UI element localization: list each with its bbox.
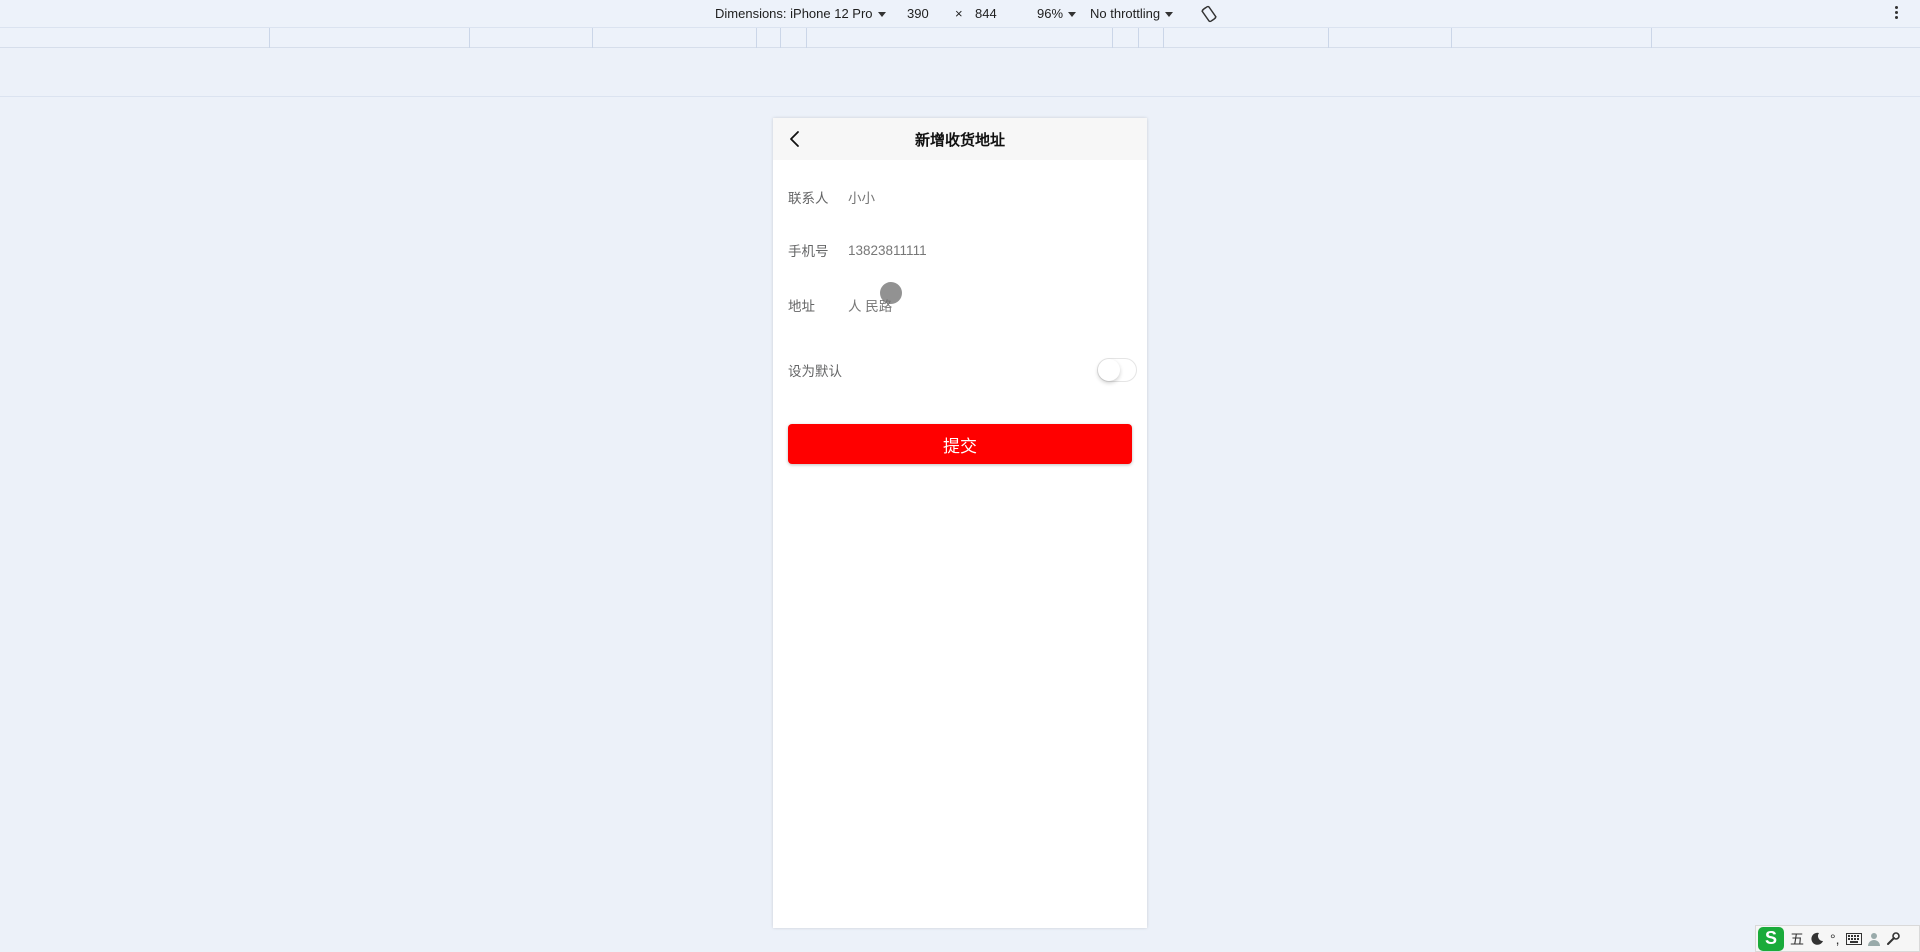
- punctuation-icon[interactable]: °,: [1830, 931, 1840, 947]
- ruler-segment[interactable]: [780, 28, 781, 48]
- dimension-separator: ×: [955, 6, 963, 21]
- rotate-icon[interactable]: [1200, 5, 1218, 23]
- moon-icon[interactable]: [1810, 932, 1824, 946]
- ruler-segment[interactable]: [1451, 28, 1452, 48]
- ruler-segment[interactable]: [1163, 28, 1164, 48]
- default-label: 设为默认: [788, 364, 842, 379]
- back-arrow-icon[interactable]: [785, 129, 805, 149]
- devtools-strip: [0, 48, 1920, 97]
- ruler-segment[interactable]: [756, 28, 757, 48]
- ruler-segment[interactable]: [592, 28, 593, 48]
- ruler-segment[interactable]: [1112, 28, 1113, 48]
- chevron-down-icon: [1165, 12, 1174, 18]
- device-select[interactable]: Dimensions: iPhone 12 Pro: [715, 6, 886, 21]
- ruler-segment[interactable]: [1138, 28, 1139, 48]
- ruler-segment[interactable]: [1651, 28, 1652, 48]
- devtools-device-toolbar: Dimensions: iPhone 12 Pro 390 × 844 96% …: [0, 0, 1920, 28]
- device-viewport: 新增收货地址 联系人 手机号 地址 设为默认 提交: [773, 118, 1147, 928]
- nav-bar: 新增收货地址: [773, 118, 1147, 160]
- throttling-select[interactable]: No throttling: [1090, 6, 1174, 21]
- toggle-knob: [1098, 359, 1120, 381]
- user-icon[interactable]: [1867, 932, 1880, 946]
- ime-logo-icon[interactable]: S: [1758, 926, 1784, 951]
- page-title: 新增收货地址: [914, 131, 1005, 149]
- zoom-select[interactable]: 96%: [1037, 6, 1077, 21]
- default-field: 设为默认: [773, 348, 1147, 392]
- chevron-down-icon: [877, 12, 886, 18]
- contact-field: 联系人: [773, 177, 1147, 217]
- phone-input[interactable]: [848, 242, 1147, 258]
- contact-label: 联系人: [788, 191, 829, 206]
- keyboard-icon[interactable]: [1845, 932, 1862, 945]
- wrench-icon[interactable]: [1886, 931, 1900, 946]
- ime-mode-toggle[interactable]: 五: [1790, 929, 1804, 949]
- media-query-ruler: [0, 28, 1920, 48]
- submit-button[interactable]: 提交: [788, 424, 1132, 464]
- zoom-label: 96%: [1037, 6, 1064, 21]
- touch-cursor: [880, 282, 902, 304]
- ruler-segment[interactable]: [1328, 28, 1329, 48]
- address-field: 地址: [773, 285, 1147, 325]
- width-input[interactable]: 390: [907, 6, 929, 21]
- contact-input[interactable]: [848, 189, 1147, 205]
- ime-status-bar: S 五 °,: [1755, 925, 1920, 952]
- device-label: Dimensions: iPhone 12 Pro: [715, 6, 873, 21]
- address-label: 地址: [788, 299, 815, 314]
- phone-label: 手机号: [788, 244, 829, 259]
- throttling-label: No throttling: [1090, 6, 1161, 21]
- ruler-segment[interactable]: [269, 28, 270, 48]
- ruler-segment[interactable]: [806, 28, 807, 48]
- height-input[interactable]: 844: [975, 6, 997, 21]
- chevron-down-icon: [1068, 12, 1077, 18]
- more-options-icon[interactable]: [1895, 6, 1899, 20]
- default-toggle[interactable]: [1097, 358, 1137, 382]
- phone-field: 手机号: [773, 230, 1147, 270]
- ruler-segment[interactable]: [469, 28, 470, 48]
